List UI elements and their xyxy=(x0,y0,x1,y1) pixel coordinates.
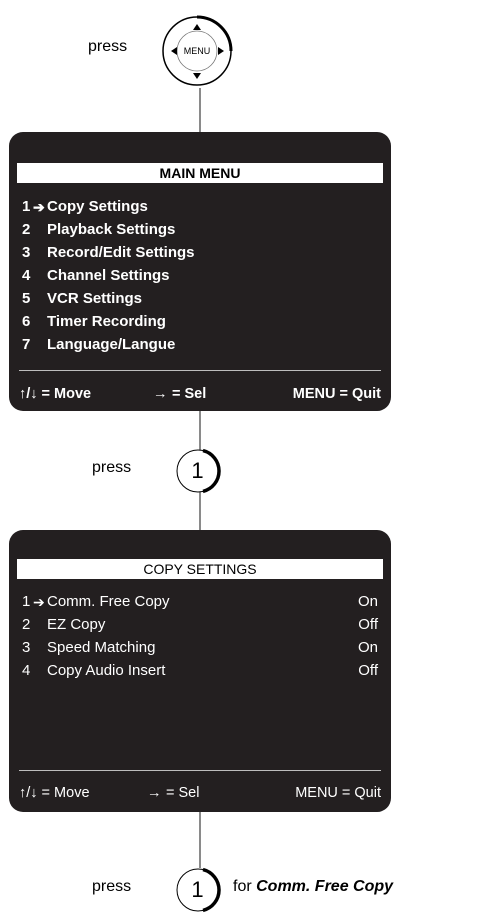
main-menu-title: MAIN MENU xyxy=(17,163,383,183)
number-1-button[interactable]: 1 xyxy=(176,447,224,495)
number-1-label: 1 xyxy=(191,877,204,902)
press-label-2: press xyxy=(92,459,132,476)
target-setting-label: Comm. Free Copy xyxy=(256,878,394,895)
connector-line-2 xyxy=(199,411,201,451)
copy-settings-title: COPY SETTINGS xyxy=(17,559,383,579)
copy-settings-item-2[interactable]: 2 EZ Copy Off xyxy=(22,614,378,636)
selection-arrow-icon: ➔ xyxy=(33,199,45,215)
footer-move-hint: ↑/↓ = Move xyxy=(19,785,90,801)
main-menu-screen: MAIN MENU 1 ➔ Copy Settings 2 Playback S… xyxy=(9,132,391,411)
copy-settings-screen: COPY SETTINGS 1 ➔ Comm. Free Copy On 2 E… xyxy=(9,530,391,812)
main-menu-item-5[interactable]: 5 VCR Settings xyxy=(22,288,378,310)
main-menu-item-1[interactable]: 1 ➔ Copy Settings xyxy=(22,196,378,218)
connector-line-4 xyxy=(199,812,201,868)
remote-menu-button[interactable]: MENU xyxy=(159,13,235,89)
footer-sel-hint: = Sel xyxy=(172,386,207,402)
copy-settings-item-3[interactable]: 3 Speed Matching On xyxy=(22,637,378,659)
footer-quit-hint: MENU = Quit xyxy=(292,386,381,402)
connector-line-1 xyxy=(199,88,201,132)
connector-line-3 xyxy=(199,492,201,530)
press-label-3: press xyxy=(92,878,132,895)
copy-settings-item-4[interactable]: 4 Copy Audio Insert Off xyxy=(22,660,378,682)
main-menu-item-4[interactable]: 4 Channel Settings xyxy=(22,265,378,287)
footer-sel-hint: = Sel xyxy=(166,785,200,801)
press-label-1: press xyxy=(88,38,128,55)
main-menu-item-7[interactable]: 7 Language/Langue xyxy=(22,334,378,356)
for-label: for Comm. Free Copy xyxy=(233,878,393,896)
main-menu-item-6[interactable]: 6 Timer Recording xyxy=(22,311,378,333)
selection-arrow-icon: ➔ xyxy=(33,594,45,610)
number-1-label: 1 xyxy=(191,458,204,483)
number-1-button-final[interactable]: 1 xyxy=(176,866,224,914)
menu-button-label: MENU xyxy=(183,46,211,56)
for-word: for xyxy=(233,878,252,895)
footer-move-hint: ↑/↓ = Move xyxy=(19,386,92,402)
copy-settings-item-1[interactable]: 1 ➔ Comm. Free Copy On xyxy=(22,591,378,613)
footer-sel-arrow-icon: → xyxy=(147,785,162,801)
footer-sel-arrow-icon: → xyxy=(153,386,168,402)
main-menu-item-3[interactable]: 3 Record/Edit Settings xyxy=(22,242,378,264)
main-menu-divider xyxy=(19,370,381,371)
main-menu-item-2[interactable]: 2 Playback Settings xyxy=(22,219,378,241)
copy-settings-divider xyxy=(19,770,381,771)
footer-quit-hint: MENU = Quit xyxy=(295,785,381,801)
